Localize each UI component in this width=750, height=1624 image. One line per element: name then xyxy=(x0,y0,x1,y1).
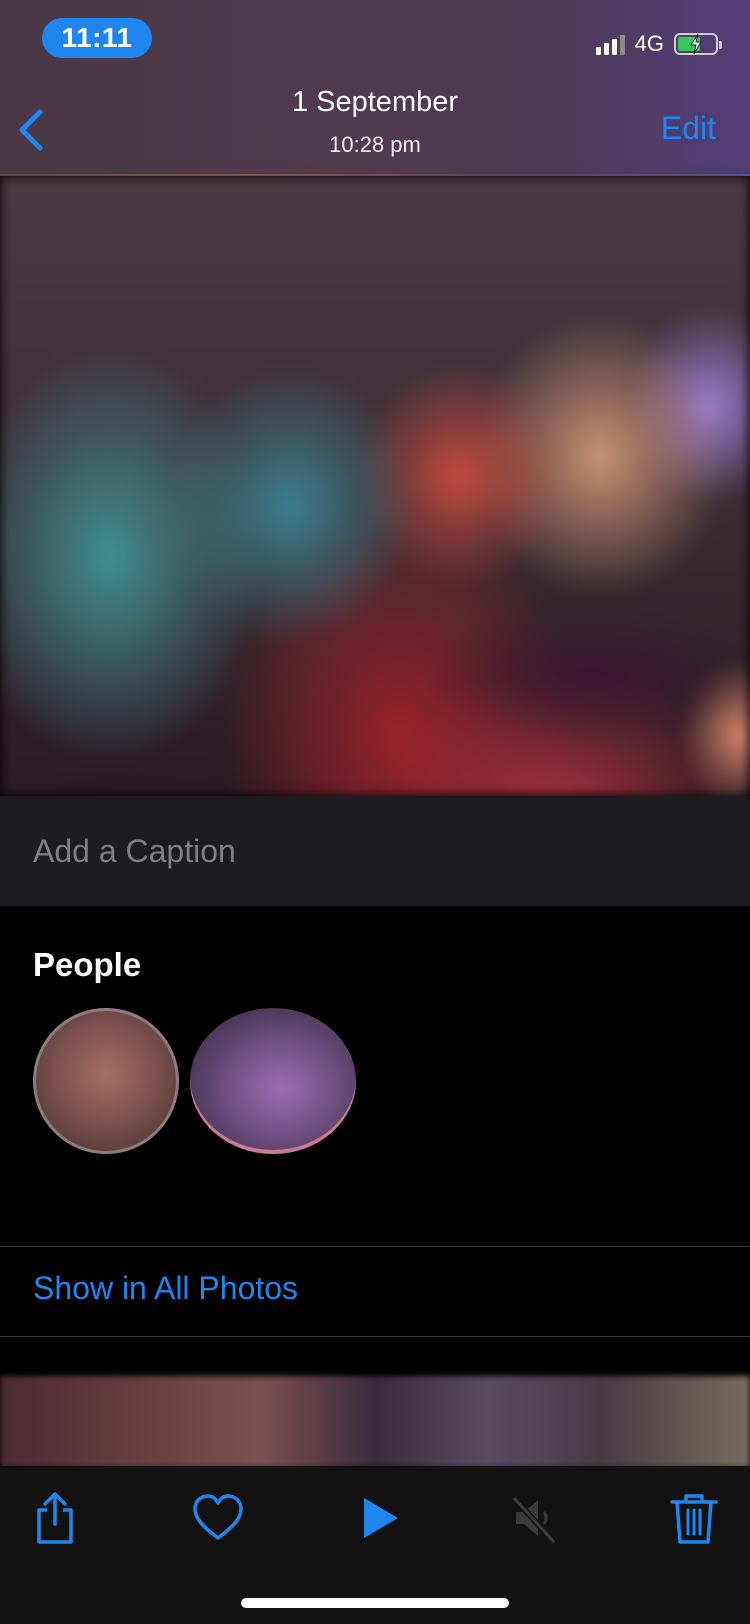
share-button[interactable] xyxy=(27,1490,83,1546)
photo-viewer[interactable] xyxy=(0,176,750,796)
mute-icon xyxy=(511,1495,557,1545)
divider xyxy=(0,1246,750,1247)
people-section-title: People xyxy=(33,946,142,983)
edit-button[interactable]: Edit xyxy=(661,110,716,147)
trash-icon xyxy=(670,1494,718,1544)
heart-icon xyxy=(193,1494,243,1540)
network-type: 4G xyxy=(634,31,664,56)
caption-field[interactable]: Add a Caption xyxy=(0,796,750,906)
delete-button[interactable] xyxy=(666,1490,722,1546)
cellular-signal-icon xyxy=(595,33,625,55)
share-icon xyxy=(37,1492,73,1544)
home-indicator[interactable] xyxy=(241,1598,509,1608)
play-icon xyxy=(364,1498,398,1538)
person-face-thumbnail[interactable] xyxy=(190,1008,356,1154)
battery-charging-icon xyxy=(674,33,722,55)
divider xyxy=(0,1336,750,1337)
mute-button xyxy=(506,1490,562,1546)
status-indicators: 4G xyxy=(595,30,722,58)
page-subtitle-time: 10:28 pm xyxy=(329,132,421,157)
thumbnail-strip[interactable] xyxy=(0,1376,750,1468)
show-in-all-photos-link[interactable]: Show in All Photos xyxy=(33,1270,298,1307)
person-face-thumbnail[interactable] xyxy=(33,1008,179,1154)
play-button[interactable] xyxy=(352,1490,408,1546)
favorite-button[interactable] xyxy=(190,1490,246,1546)
status-time[interactable]: 11:11 xyxy=(42,18,152,58)
page-title: 1 September xyxy=(291,86,459,118)
